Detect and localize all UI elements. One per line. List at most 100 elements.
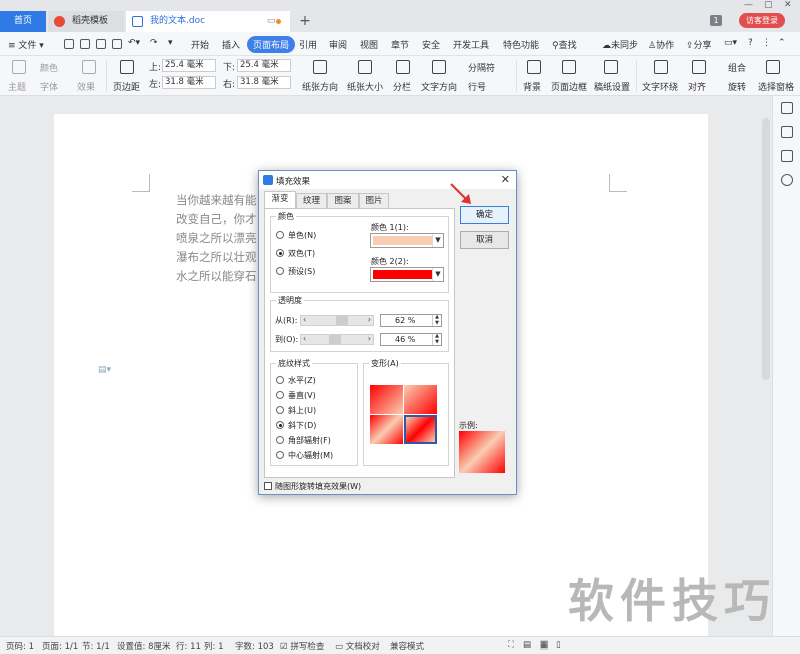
select-pane-button[interactable]: 选择窗格: [758, 80, 794, 93]
dual-color-radio[interactable]: [276, 249, 284, 257]
paper-setting-icon[interactable]: [604, 60, 618, 74]
vertical-scrollbar[interactable]: [762, 118, 770, 380]
paragraph-handle-icon[interactable]: ▤▾: [98, 365, 111, 375]
tools-icon[interactable]: ▭▾: [724, 38, 737, 48]
minimize-icon[interactable]: —: [744, 0, 753, 10]
paper-setting-button[interactable]: 稿纸设置: [594, 80, 630, 93]
columns-button[interactable]: 分栏: [393, 80, 411, 93]
collapse-ribbon-icon[interactable]: ⌃: [778, 38, 786, 48]
menu-developer[interactable]: 开发工具: [453, 38, 489, 51]
menu-start[interactable]: 开始: [191, 38, 209, 51]
variant-tile-3[interactable]: [370, 415, 403, 444]
rotate-with-shape-checkbox[interactable]: [264, 482, 272, 490]
slider-right-icon[interactable]: ›: [368, 315, 371, 324]
single-color-radio[interactable]: [276, 231, 284, 239]
shading-diag-down-radio[interactable]: [276, 421, 284, 429]
file-menu[interactable]: ≡ 文件 ▾: [8, 38, 44, 51]
preset-label[interactable]: 预设(S): [288, 266, 315, 277]
status-pages[interactable]: 页面: 1/1: [42, 640, 78, 652]
doc-text-line[interactable]: 水之所以能穿石: [176, 268, 257, 284]
page-view-icon[interactable]: ▦: [540, 640, 549, 650]
color1-dropdown[interactable]: ▼: [370, 233, 444, 248]
pen-icon[interactable]: [781, 102, 793, 114]
tab-gradient[interactable]: 渐变: [264, 191, 296, 209]
undo-icon[interactable]: ↶▾: [128, 38, 140, 48]
color2-dropdown[interactable]: ▼: [370, 267, 444, 282]
shading-vertical-radio[interactable]: [276, 391, 284, 399]
preset-radio[interactable]: [276, 267, 284, 275]
fullscreen-icon[interactable]: ⛶: [508, 640, 514, 650]
from-slider[interactable]: ‹ ›: [300, 315, 374, 326]
redo-icon[interactable]: ↷: [150, 38, 158, 48]
tab-document[interactable]: 我的文本.doc ▭: [126, 11, 290, 32]
variant-tile-4-selected[interactable]: [404, 415, 437, 444]
slider-right-icon[interactable]: ›: [368, 334, 371, 343]
shading-vertical-label[interactable]: 垂直(V): [288, 390, 316, 401]
tab-template[interactable]: 稻壳模板: [48, 11, 124, 32]
bottom-margin-input[interactable]: 25.4 毫米: [237, 59, 291, 72]
save-icon[interactable]: [64, 39, 74, 49]
shading-diag-down-label[interactable]: 斜下(D): [288, 420, 316, 431]
tab-texture[interactable]: 纹理: [296, 193, 327, 208]
align-button[interactable]: 对齐: [688, 80, 706, 93]
spinner-icon[interactable]: ▲ ▼: [432, 333, 441, 345]
to-slider-thumb[interactable]: [329, 335, 342, 344]
background-button[interactable]: 背景: [523, 80, 541, 93]
variant-tile-2[interactable]: [404, 385, 437, 414]
proofread-button[interactable]: ▭ 文档校对: [335, 640, 380, 652]
home-tab[interactable]: 首页: [0, 11, 46, 32]
dialog-title-bar[interactable]: 填充效果 ✕: [259, 171, 516, 189]
export-icon[interactable]: [96, 39, 106, 49]
to-input[interactable]: 46 % ▲ ▼: [380, 333, 442, 346]
doc-text-line[interactable]: 喷泉之所以漂亮: [176, 230, 257, 246]
search-button[interactable]: ⚲查找: [552, 38, 577, 51]
shading-horizontal-label[interactable]: 水平(Z): [288, 375, 316, 386]
visitor-login-button[interactable]: 访客登录: [739, 13, 785, 28]
slider-left-icon[interactable]: ‹: [303, 315, 306, 324]
rotate-with-shape-label[interactable]: 随图形旋转填充效果(W): [275, 481, 361, 492]
preview-icon[interactable]: [112, 39, 122, 49]
help-circle-icon[interactable]: [781, 174, 793, 186]
variant-tile-1[interactable]: [370, 385, 403, 414]
menu-review[interactable]: 审阅: [329, 38, 347, 51]
text-direction-button[interactable]: 文字方向: [421, 80, 457, 93]
doc-text-line[interactable]: 当你越来越有能: [176, 192, 257, 208]
window-count-badge[interactable]: 1: [710, 15, 722, 26]
doc-text-line[interactable]: 改变自己，你才: [176, 211, 257, 227]
align-icon[interactable]: [692, 60, 706, 74]
slider-left-icon[interactable]: ‹: [303, 334, 306, 343]
tab-picture[interactable]: 图片: [359, 193, 389, 208]
close-window-icon[interactable]: ✕: [784, 0, 792, 10]
shading-center-radio[interactable]: [276, 451, 284, 459]
left-margin-input[interactable]: 31.8 毫米: [162, 76, 216, 89]
effect-icon[interactable]: [82, 60, 96, 74]
single-color-label[interactable]: 单色(N): [288, 230, 316, 241]
menu-insert[interactable]: 插入: [222, 38, 240, 51]
close-icon[interactable]: ✕: [501, 173, 510, 186]
print-icon[interactable]: [80, 39, 90, 49]
paper-size-icon[interactable]: [358, 60, 372, 74]
status-word-count[interactable]: 字数: 103: [235, 640, 274, 652]
maximize-icon[interactable]: ▢: [764, 0, 773, 10]
help-icon[interactable]: ?: [748, 38, 753, 48]
color-button[interactable]: 颜色: [40, 61, 58, 74]
sync-status[interactable]: ☁未同步: [602, 38, 638, 51]
more-quick-icon[interactable]: ▾: [168, 38, 173, 48]
spell-check-button[interactable]: ☑ 拼写检查: [280, 640, 324, 652]
background-icon[interactable]: [527, 60, 541, 74]
text-wrap-icon[interactable]: [654, 60, 668, 74]
menu-chapter[interactable]: 章节: [391, 38, 409, 51]
margins-button[interactable]: 页边距: [113, 80, 140, 93]
group-button[interactable]: 组合: [728, 61, 746, 74]
shading-diag-up-label[interactable]: 斜上(U): [288, 405, 316, 416]
add-tab-button[interactable]: +: [296, 11, 314, 32]
share-button[interactable]: ⇪分享: [686, 38, 712, 51]
paper-size-button[interactable]: 纸张大小: [347, 80, 383, 93]
margins-icon[interactable]: [120, 60, 134, 74]
orientation-icon[interactable]: [313, 60, 327, 74]
text-direction-icon[interactable]: [432, 60, 446, 74]
page-border-button[interactable]: 页面边框: [551, 80, 587, 93]
from-slider-thumb[interactable]: [335, 316, 348, 325]
page-border-icon[interactable]: [562, 60, 576, 74]
select-icon[interactable]: [781, 126, 793, 138]
